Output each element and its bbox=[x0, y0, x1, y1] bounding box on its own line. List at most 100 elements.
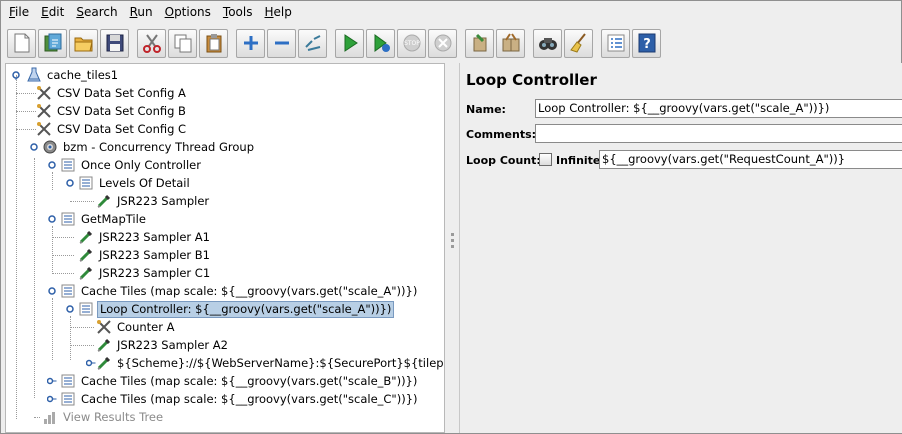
tree-node-cache-tiles-a[interactable]: Cache Tiles (map scale: ${__groovy(vars.… bbox=[60, 282, 419, 300]
root-expand-handle[interactable] bbox=[11, 70, 21, 80]
thread-group-expand-handle[interactable] bbox=[29, 142, 39, 152]
cache-tiles-c-expand-handle[interactable] bbox=[46, 394, 57, 404]
once-only-expand-handle[interactable] bbox=[47, 160, 57, 170]
menu-run[interactable]: Run bbox=[124, 1, 159, 24]
stop-icon: STOP bbox=[403, 34, 420, 52]
open-icon bbox=[74, 37, 93, 52]
tree-node-jsr223-sampler-a2[interactable]: JSR223 Sampler A2 bbox=[96, 336, 230, 354]
tree-line bbox=[70, 316, 71, 360]
tree-node-csv-c[interactable]: CSV Data Set Config C bbox=[36, 120, 188, 138]
tree-node-jsr223-sampler-b1[interactable]: JSR223 Sampler B1 bbox=[78, 246, 212, 264]
tree-node-levels-of-detail[interactable]: Levels Of Detail bbox=[78, 174, 192, 192]
menu-edit[interactable]: Edit bbox=[35, 1, 70, 24]
divider-grip-dot bbox=[451, 233, 454, 236]
search-icon bbox=[538, 38, 557, 50]
help-button[interactable]: ? bbox=[632, 28, 661, 58]
cut-button[interactable] bbox=[137, 28, 166, 58]
search-button[interactable] bbox=[533, 28, 562, 58]
menu-search[interactable]: Search bbox=[70, 1, 123, 24]
pipette-icon bbox=[97, 338, 111, 352]
collapse-icon bbox=[274, 41, 289, 45]
expand-all-button[interactable] bbox=[236, 28, 265, 58]
tree-node-thread-group[interactable]: bzm - Concurrency Thread Group bbox=[42, 138, 256, 156]
start-button[interactable] bbox=[335, 28, 364, 58]
pipette-icon bbox=[97, 194, 111, 208]
controller-icon bbox=[61, 374, 75, 388]
split-pane-divider[interactable] bbox=[447, 63, 459, 433]
test-plan-icon bbox=[27, 67, 41, 82]
reset-search-button[interactable] bbox=[564, 28, 593, 58]
menu-options[interactable]: Options bbox=[159, 1, 217, 24]
wrench-scissors-icon bbox=[37, 122, 51, 136]
pipette-icon bbox=[79, 248, 93, 262]
tree-label: CSV Data Set Config A bbox=[57, 85, 186, 100]
tree-line bbox=[52, 226, 53, 272]
test-plan-tree[interactable]: cache_tiles1 CSV Data Set Config A CSV D… bbox=[5, 63, 445, 433]
start-no-pauses-button[interactable] bbox=[366, 28, 395, 58]
infinite-checkbox[interactable] bbox=[539, 153, 552, 166]
tree-node-loop-controller[interactable]: Loop Controller: ${__groovy(vars.get("sc… bbox=[78, 300, 395, 318]
menu-tools-label: ools bbox=[228, 5, 253, 19]
name-field[interactable]: Loop Controller: ${__groovy(vars.get("sc… bbox=[535, 99, 902, 118]
shutdown-icon bbox=[434, 34, 451, 52]
wrench-scissors-icon bbox=[37, 86, 51, 100]
function-helper-icon bbox=[607, 34, 624, 52]
pipette-icon bbox=[79, 230, 93, 244]
tree-label: View Results Tree bbox=[63, 409, 164, 424]
copy-button[interactable] bbox=[168, 28, 197, 58]
cache-tiles-a-expand-handle[interactable] bbox=[47, 286, 57, 296]
name-label: Name: bbox=[466, 103, 506, 116]
tree-node-csv-a[interactable]: CSV Data Set Config A bbox=[36, 84, 188, 102]
tree-line bbox=[52, 298, 53, 360]
loop-count-label: Loop Count: bbox=[466, 154, 541, 167]
tree-label: JSR223 Sampler C1 bbox=[99, 265, 211, 280]
tree-label: cache_tiles1 bbox=[47, 67, 119, 82]
comments-label: Comments: bbox=[466, 128, 537, 141]
menu-help-mnemonic: H bbox=[264, 5, 274, 19]
toolbar: STOP ? bbox=[1, 25, 901, 61]
tree-label: Counter A bbox=[117, 319, 175, 334]
tree-node-csv-b[interactable]: CSV Data Set Config B bbox=[36, 102, 188, 120]
collapse-all-button[interactable] bbox=[267, 28, 296, 58]
tree-line bbox=[52, 172, 53, 190]
save-button[interactable] bbox=[100, 28, 129, 58]
tree-node-jsr223-sampler-a1[interactable]: JSR223 Sampler A1 bbox=[78, 228, 212, 246]
function-helper-button[interactable] bbox=[601, 28, 630, 58]
menu-help[interactable]: Help bbox=[259, 1, 298, 24]
gear-icon bbox=[43, 140, 57, 154]
tree-node-cache-tiles-b[interactable]: Cache Tiles (map scale: ${__groovy(vars.… bbox=[60, 372, 419, 390]
tree-node-once-only-controller[interactable]: Once Only Controller bbox=[60, 156, 203, 174]
new-button[interactable] bbox=[7, 28, 36, 58]
tree-node-test-plan[interactable]: cache_tiles1 bbox=[26, 66, 120, 84]
menu-help-label: elp bbox=[273, 5, 292, 19]
open-button[interactable] bbox=[69, 28, 98, 58]
tree-node-jsr223-sampler[interactable]: JSR223 Sampler bbox=[96, 192, 211, 210]
reset-search-icon bbox=[569, 33, 586, 53]
menu-file[interactable]: File bbox=[3, 1, 35, 24]
menu-edit-label: dit bbox=[48, 5, 65, 19]
templates-button[interactable] bbox=[38, 28, 67, 58]
toggle-button[interactable] bbox=[298, 28, 327, 58]
comments-field[interactable] bbox=[535, 124, 902, 143]
loop-controller-expand-handle[interactable] bbox=[65, 304, 75, 314]
paste-button[interactable] bbox=[199, 28, 228, 58]
cache-tiles-b-expand-handle[interactable] bbox=[46, 376, 57, 386]
tree-node-jsr223-sampler-c1[interactable]: JSR223 Sampler C1 bbox=[78, 264, 212, 282]
controller-icon bbox=[61, 158, 75, 172]
levels-of-detail-expand-handle[interactable] bbox=[65, 178, 75, 188]
tree-node-counter-a[interactable]: Counter A bbox=[96, 318, 176, 336]
tree-node-cache-tiles-c[interactable]: Cache Tiles (map scale: ${__groovy(vars.… bbox=[60, 390, 420, 408]
tree-line bbox=[16, 75, 17, 419]
tree-node-get-map-tile[interactable]: GetMapTile bbox=[60, 210, 148, 228]
stop-button[interactable]: STOP bbox=[397, 28, 426, 58]
tree-node-http-sampler[interactable]: ${Scheme}://${WebServerName}:${SecurePor… bbox=[96, 354, 444, 372]
menu-tools[interactable]: Tools bbox=[217, 1, 259, 24]
clear-all-button[interactable] bbox=[496, 28, 525, 58]
get-map-tile-expand-handle[interactable] bbox=[47, 214, 57, 224]
loop-count-field[interactable]: ${__groovy(vars.get("RequestCount_A"))} bbox=[599, 150, 902, 169]
tree-node-view-results-tree[interactable]: View Results Tree bbox=[42, 408, 165, 426]
clear-button[interactable] bbox=[465, 28, 494, 58]
http-sampler-expand-handle[interactable] bbox=[85, 358, 96, 368]
tree-label: Once Only Controller bbox=[81, 157, 201, 172]
shutdown-button[interactable] bbox=[428, 28, 457, 58]
